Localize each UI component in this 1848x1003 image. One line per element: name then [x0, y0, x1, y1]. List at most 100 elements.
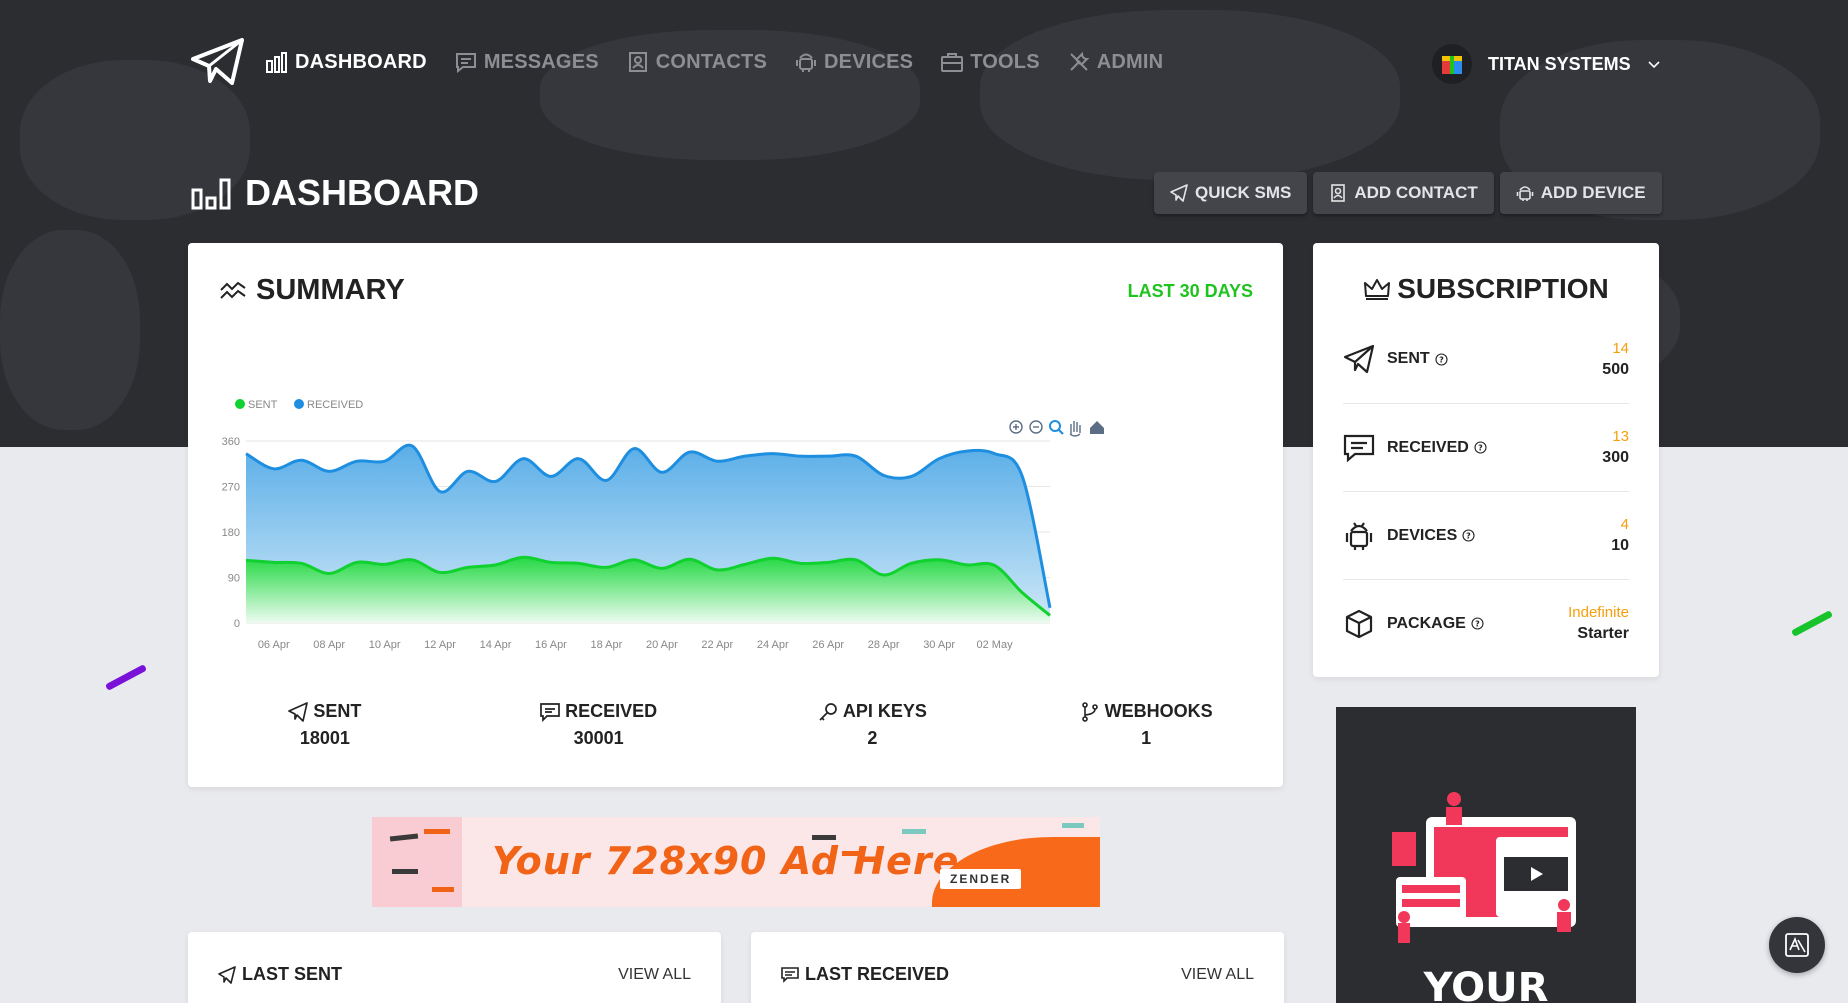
stat-label-row: API KEYS [736, 701, 1010, 722]
banner-ad[interactable]: Your 728x90 Ad Here ZENDER [372, 817, 1100, 907]
ad-confetti [432, 887, 454, 892]
stat-api-keys: API KEYS 2 [736, 701, 1010, 749]
nav-label: CONTACTS [655, 50, 768, 73]
top-nav: DASHBOARD MESSAGES CONTACTS DEVICES TOOL… [190, 38, 1191, 86]
subscription-limit: Starter [1577, 625, 1629, 642]
stat-label: API KEYS [842, 701, 927, 721]
subscription-row-devices: DEVICES ? 4 10 [1343, 491, 1629, 579]
key-icon [819, 702, 837, 721]
chart-areas [245, 443, 1052, 623]
period-label[interactable]: LAST 30 DAYS [1128, 281, 1253, 302]
y-tick-label: 180 [222, 527, 240, 539]
stat-value: 1 [1141, 728, 1152, 748]
chart-legend[interactable]: SENT RECEIVED [235, 399, 363, 411]
quick-sms-button[interactable]: QUICK SMS [1154, 172, 1308, 214]
paper-plane-logo-icon[interactable] [190, 37, 246, 87]
button-label: ADD DEVICE [1540, 183, 1646, 202]
message-icon [540, 702, 560, 722]
nav-dashboard[interactable]: DASHBOARD [266, 51, 427, 74]
android-icon [796, 53, 817, 72]
ad-headline: Your 728x90 Ad Here [492, 839, 960, 883]
button-label: ADD CONTACT [1354, 183, 1478, 202]
home-icon[interactable] [1090, 421, 1104, 434]
chart-toolbar [1009, 420, 1104, 437]
last-received-view-all-link[interactable]: VIEW ALL [1181, 966, 1254, 984]
gift-box-icon [1442, 56, 1462, 74]
stat-label-row: RECEIVED [462, 701, 736, 722]
last-sent-view-all-link[interactable]: VIEW ALL [618, 966, 691, 984]
bar-chart-icon [266, 52, 287, 73]
subscription-limit: 500 [1602, 360, 1629, 378]
stat-label: WEBHOOKS [1104, 701, 1213, 721]
subscription-used: 13 [1612, 428, 1629, 445]
x-axis: 06 Apr 08 Apr 10 Apr 12 Apr 14 Apr 16 Apr 18 A… [258, 639, 1013, 651]
send-icon [218, 965, 236, 984]
subscription-title: SUBSCRIPTION [1313, 273, 1659, 305]
side-ad-text: YOUR [1423, 965, 1549, 1003]
x-tick-label: 16 Apr [535, 639, 567, 651]
x-tick-label: 06 Apr [258, 639, 290, 651]
zoom-out-icon[interactable] [1029, 420, 1043, 434]
last-received-card: LAST RECEIVED VIEW ALL [751, 932, 1284, 1003]
help-icon[interactable]: ? [1462, 529, 1475, 542]
confetti-purple [104, 664, 148, 691]
legend-label[interactable]: SENT [248, 399, 278, 411]
subscription-title-text: SUBSCRIPTION [1397, 273, 1609, 304]
branch-icon [1081, 701, 1098, 722]
crown-icon [1364, 279, 1391, 300]
side-ad[interactable]: YOUR [1336, 707, 1636, 1003]
subscription-values: 4 10 [1611, 516, 1629, 555]
subscription-label-text: RECEIVED [1387, 438, 1469, 456]
x-tick-label: 18 Apr [591, 639, 623, 651]
avatar [1432, 44, 1472, 84]
svg-text:?: ? [1466, 532, 1471, 541]
summary-card: SUMMARY LAST 30 DAYS 0 90 180 270 360 06 Apr… [188, 243, 1283, 787]
subscription-row-sent: SENT ? 14 500 [1343, 315, 1629, 403]
send-icon [1170, 184, 1188, 202]
legend-label[interactable]: RECEIVED [307, 399, 363, 411]
add-device-button[interactable]: ADD DEVICE [1499, 172, 1662, 214]
magnifier-icon[interactable] [1049, 420, 1064, 435]
user-menu[interactable]: TITAN SYSTEMS [1432, 44, 1661, 84]
help-icon[interactable]: ? [1435, 352, 1448, 366]
help-icon[interactable]: ? [1471, 617, 1484, 630]
confetti-green [1790, 610, 1834, 637]
pan-hand-icon[interactable] [1069, 421, 1081, 437]
summary-stats: SENT 18001 RECEIVED 30001 API KEYS 2 WEB… [188, 701, 1283, 749]
summary-title: SUMMARY [220, 274, 405, 307]
add-contact-button[interactable]: ADD CONTACT [1313, 172, 1494, 214]
chevron-down-icon [1648, 61, 1660, 69]
ad-confetti [902, 829, 926, 834]
help-icon[interactable]: ? [1474, 441, 1487, 454]
nav-label: ADMIN [1096, 50, 1164, 73]
subscription-label-text: PACKAGE [1387, 614, 1466, 632]
subscription-limit: 300 [1602, 449, 1629, 466]
x-tick-label: 10 Apr [369, 639, 401, 651]
subscription-row-package: PACKAGE ? Indefinite Starter [1343, 579, 1629, 667]
message-icon [781, 966, 799, 983]
summary-area-chart[interactable]: 0 90 180 270 360 06 Apr 08 Apr 10 Apr 12 Apr 14 … [218, 338, 1258, 698]
nav-devices[interactable]: DEVICES [795, 51, 913, 74]
ad-confetti [424, 829, 450, 834]
zoom-in-icon[interactable] [1009, 420, 1023, 434]
x-tick-label: 12 Apr [424, 639, 456, 651]
subscription-label: SENT ? [1387, 350, 1448, 368]
x-tick-label: 30 Apr [923, 639, 955, 651]
legend-marker [294, 399, 304, 409]
nav-messages[interactable]: MESSAGES [455, 51, 599, 74]
nav-admin[interactable]: ADMIN [1068, 51, 1164, 74]
ad-brand-badge: ZENDER [940, 869, 1022, 889]
stat-received: RECEIVED 30001 [462, 701, 736, 749]
stat-webhooks: WEBHOOKS 1 [1009, 701, 1283, 749]
x-tick-label: 14 Apr [480, 639, 512, 651]
last-sent-title: LAST SENT [218, 964, 342, 985]
legend-marker [235, 399, 245, 409]
translate-fab-button[interactable] [1769, 917, 1825, 973]
subscription-label: RECEIVED ? [1387, 439, 1487, 457]
nav-contacts[interactable]: CONTACTS [627, 51, 767, 74]
stat-value: 30001 [573, 728, 624, 748]
map-shape [980, 10, 1400, 180]
nav-tools[interactable]: TOOLS [941, 51, 1040, 74]
send-icon [288, 701, 309, 722]
nav-label: TOOLS [970, 50, 1040, 73]
